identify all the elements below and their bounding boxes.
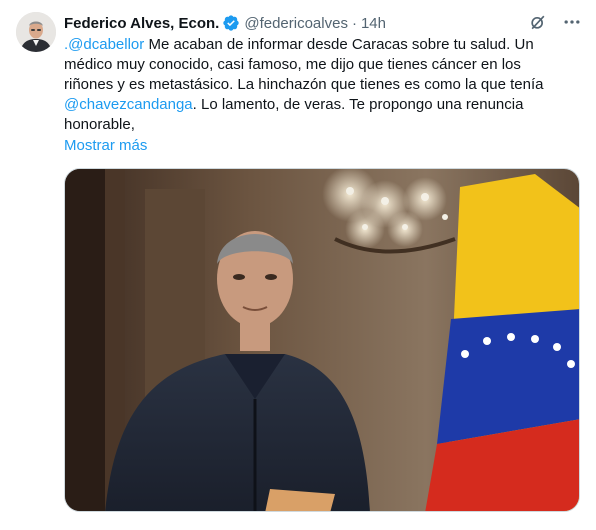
author-handle[interactable]: @federicoalves xyxy=(244,15,348,32)
author-name[interactable]: Federico Alves, Econ. xyxy=(64,15,219,32)
avatar[interactable] xyxy=(16,12,56,52)
more-options-icon[interactable] xyxy=(562,12,582,32)
avatar-image xyxy=(16,12,56,52)
top-actions xyxy=(528,12,582,32)
photo-image xyxy=(65,169,579,511)
mention-chavezcandanga[interactable]: @chavezcandanga xyxy=(64,96,193,113)
timestamp[interactable]: 14h xyxy=(361,15,386,32)
tweet[interactable]: Federico Alves, Econ. @federicoalves · 1… xyxy=(0,0,596,529)
tweet-header: Federico Alves, Econ. @federicoalves · 1… xyxy=(64,12,584,34)
show-more-link[interactable]: Mostrar más xyxy=(64,136,147,156)
verified-badge-icon[interactable] xyxy=(222,14,240,32)
separator-dot: · xyxy=(351,14,357,32)
grok-icon[interactable] xyxy=(528,12,548,32)
tweet-photo[interactable] xyxy=(64,168,580,512)
tweet-text: .@dcabellor Me acaban de informar desde … xyxy=(64,35,569,135)
mention-dcabellor[interactable]: .@dcabellor xyxy=(64,36,144,53)
